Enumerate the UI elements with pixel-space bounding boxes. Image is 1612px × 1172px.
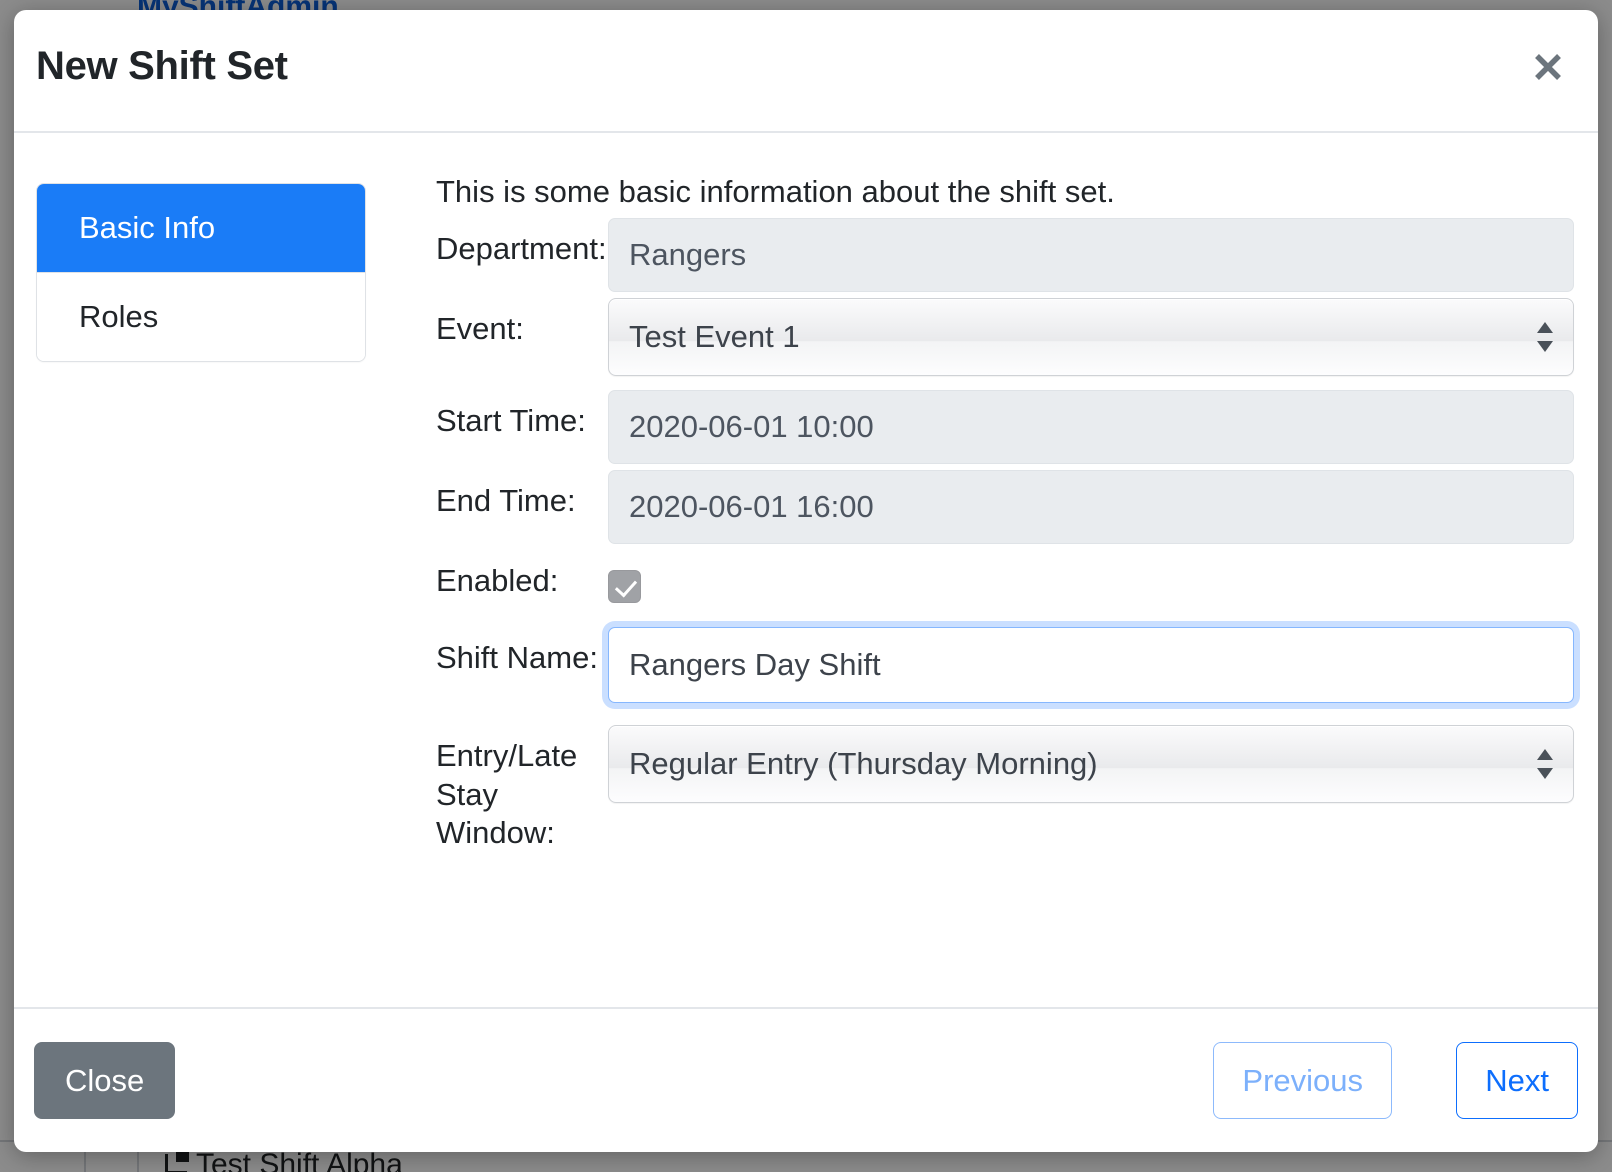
enabled-checkbox[interactable] [608,569,641,603]
entry-late-stay-window-value: Regular Entry (Thursday Morning) [629,745,1098,781]
tab-roles-label: Roles [79,299,159,334]
label-shift-name: Shift Name: [436,639,598,675]
start-time-field: 2020-06-01 10:00 [608,389,1574,464]
tab-basic-info[interactable]: Basic Info [37,184,365,273]
close-icon[interactable] [1526,45,1570,89]
entry-late-stay-window-select[interactable]: Regular Entry (Thursday Morning) [608,724,1574,803]
field-row-shift-name: Shift Name: [436,626,1574,703]
modal-footer: Close Previous Next [14,1007,1598,1152]
field-row-entry-late-stay-window: Entry/Late Stay Window: Regular Entry (T… [436,724,1574,853]
field-row-start-time: Start Time: 2020-06-01 10:00 [436,389,1574,464]
chevron-updown-icon [1535,320,1555,354]
basic-info-form: This is some basic information about the… [436,173,1574,853]
close-button[interactable]: Close [34,1042,176,1119]
form-intro-text: This is some basic information about the… [436,174,1115,209]
label-enabled: Enabled: [436,562,559,598]
label-entry-late-stay-window: Entry/Late Stay Window: [436,737,578,851]
shift-name-input[interactable] [608,626,1574,703]
end-time-field: 2020-06-01 16:00 [608,469,1574,544]
chevron-updown-icon [1535,747,1555,781]
event-select-value: Test Event 1 [629,318,800,354]
new-shift-set-modal: New Shift Set Basic Info Roles This is s… [14,10,1598,1152]
event-select[interactable]: Test Event 1 [608,297,1574,376]
field-row-event: Event: Test Event 1 [436,297,1574,376]
wizard-step-list: Basic Info Roles [36,183,366,362]
label-department: Department: [436,230,607,266]
tab-roles[interactable]: Roles [37,273,365,361]
label-end-time: End Time: [436,482,576,518]
next-button[interactable]: Next [1456,1042,1578,1119]
modal-body: Basic Info Roles This is some basic info… [14,133,1598,1007]
previous-button[interactable]: Previous [1213,1042,1392,1119]
field-row-enabled: Enabled: [436,550,1574,603]
field-row-end-time: End Time: 2020-06-01 16:00 [436,469,1574,544]
field-row-department: Department: Rangers [436,217,1574,292]
tab-basic-info-label: Basic Info [79,210,216,245]
modal-header: New Shift Set [14,10,1598,133]
department-field: Rangers [608,217,1574,292]
label-start-time: Start Time: [436,402,586,438]
label-event: Event: [436,310,524,346]
page-title: New Shift Set [36,44,288,88]
